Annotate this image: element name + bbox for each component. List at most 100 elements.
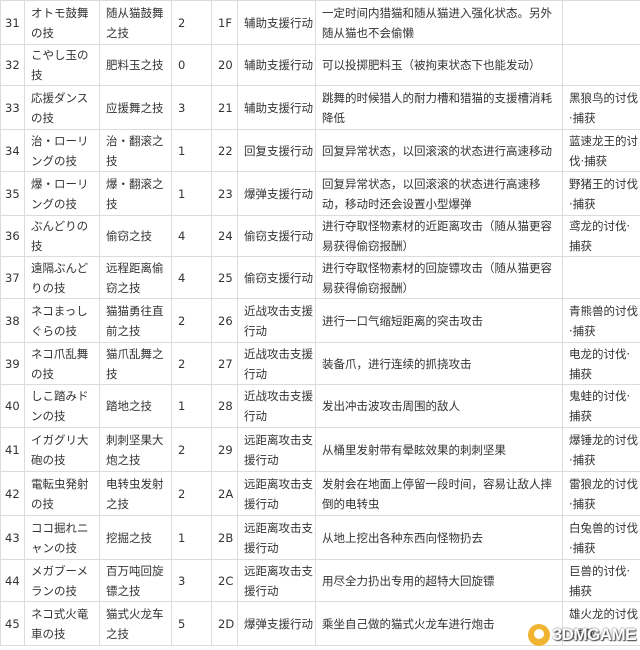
skill-code: 2B [211,515,238,560]
skill-code: 2C [211,559,238,602]
row-number: 33 [0,85,25,130]
skill-description: 从桶里发射带有晕眩效果的刺刺坚果 [315,427,563,472]
skill-cost: 2 [171,427,212,472]
skill-name-jp: ネコ式火竜車の技 [24,601,100,646]
skill-code: 23 [211,171,238,216]
skill-name-jp: イガグリ大砲の技 [24,427,100,472]
unlock-condition: 野猪王的讨伐·捕获 [562,171,640,216]
skill-name-cn: 挖掘之技 [99,515,172,560]
skill-code: 24 [211,215,238,257]
skill-description: 乘坐自己做的猫式火龙车进行炮击 [315,601,563,646]
skill-cost: 0 [171,44,212,86]
table-row: 38 ネコまっしぐらの技 猫猫勇往直前之技 2 26 近战攻击支援行动 进行一口气缩短距离的… [0,298,640,343]
table-row: 32 こやし玉の技 肥料玉之技 0 20 辅助支援行动 可以投掷肥料玉（被拘束状态下也能发动… [0,44,640,86]
row-number: 36 [0,215,25,257]
skill-name-jp: メガブーメランの技 [24,559,100,602]
skill-description: 进行夺取怪物素材的近距离攻击（随从猫更容易获得偷窃报酬） [315,215,563,257]
table-row: 37 遠隔ぶんどりの技 远程距离偷窃之技 4 25 偷窃支援行动 进行夺取怪物素材的回旋镖攻… [0,256,640,299]
skill-code: 28 [211,384,238,428]
table-row: 36 ぶんどりの技 偷窃之技 4 24 偷窃支援行动 进行夺取怪物素材的近距离攻击（随从猫更… [0,215,640,257]
skill-code: 20 [211,44,238,86]
skill-name-jp: ぶんどりの技 [24,215,100,257]
row-number: 32 [0,44,25,86]
skill-name-jp: ネコ爪乱舞の技 [24,342,100,385]
unlock-condition: 雷狼龙的讨伐·捕获 [562,471,640,516]
skill-type: 偷窃支援行动 [237,256,316,299]
unlock-condition: 电龙的讨伐·捕获 [562,342,640,385]
row-number: 37 [0,256,25,299]
skill-type: 爆弹支援行动 [237,601,316,646]
skill-code: 2D [211,601,238,646]
skill-type: 远距离攻击支援行动 [237,515,316,560]
unlock-condition: 青熊兽的讨伐·捕获 [562,298,640,343]
skill-type: 辅助支援行动 [237,0,316,45]
table-row: 34 治・ローリングの技 治・翻滚之技 1 22 回复支援行动 回复异常状态，以回滚滚的状态… [0,129,640,172]
row-number: 38 [0,298,25,343]
unlock-condition [562,0,640,45]
skill-description: 发出冲击波攻击周围的敌人 [315,384,563,428]
skill-type: 近战攻击支援行动 [237,298,316,343]
skill-cost: 2 [171,298,212,343]
unlock-condition [562,256,640,299]
unlock-condition: 黑狼鸟的讨伐·捕获 [562,85,640,130]
skill-code: 25 [211,256,238,299]
skill-name-jp: しこ踏みドンの技 [24,384,100,428]
skill-name-cn: 电转虫发射之技 [99,471,172,516]
skill-type: 回复支援行动 [237,129,316,172]
row-number: 39 [0,342,25,385]
row-number: 44 [0,559,25,602]
watermark-text: 3DMGAME [552,625,637,644]
unlock-condition: 爆锤龙的讨伐·捕获 [562,427,640,472]
skill-type: 偷窃支援行动 [237,215,316,257]
skill-name-cn: 肥料玉之技 [99,44,172,86]
skill-cost: 2 [171,471,212,516]
table-row: 44 メガブーメランの技 百万吨回旋镖之技 3 2C 远距离攻击支援行动 用尽全力扔出专用的… [0,559,640,602]
watermark-logo-icon [527,624,550,646]
unlock-condition: 巨兽的讨伐·捕获 [562,559,640,602]
skill-name-cn: 爆・翻滚之技 [99,171,172,216]
skill-name-cn: 应援舞之技 [99,85,172,130]
skill-cost: 2 [171,0,212,45]
table-row: 40 しこ踏みドンの技 踏地之技 1 28 近战攻击支援行动 发出冲击波攻击周围的敌人 鬼蛙的… [0,384,640,428]
skill-cost: 1 [171,129,212,172]
skill-cost: 3 [171,85,212,130]
skill-type: 近战攻击支援行动 [237,342,316,385]
table-row: 39 ネコ爪乱舞の技 猫爪乱舞之技 2 27 近战攻击支援行动 装备爪，进行连续的抓挠攻击电… [0,342,640,385]
row-number: 42 [0,471,25,516]
skill-name-cn: 远程距离偷窃之技 [99,256,172,299]
skill-description: 装备爪，进行连续的抓挠攻击 [315,342,563,385]
skill-name-cn: 猫爪乱舞之技 [99,342,172,385]
skill-description: 回复异常状态，以回滚滚的状态进行高速移动，移动时还会设置小型爆弹 [315,171,563,216]
skill-name-jp: 治・ローリングの技 [24,129,100,172]
skill-description: 用尽全力扔出专用的超特大回旋镖 [315,559,563,602]
skill-description: 回复异常状态，以回滚滚的状态进行高速移动 [315,129,563,172]
table-row: 41 イガグリ大砲の技 刺刺坚果大炮之技 2 29 远距离攻击支援行动 从桶里发射带有晕眩效… [0,427,640,472]
skill-code: 1F [211,0,238,45]
unlock-condition: 鸢龙的讨伐·捕获 [562,215,640,257]
skill-cost: 2 [171,342,212,385]
skill-type: 远距离攻击支援行动 [237,471,316,516]
skill-name-cn: 踏地之技 [99,384,172,428]
skill-description: 跳舞的时候猎人的耐力槽和猎猫的支援槽消耗降低 [315,85,563,130]
skill-name-jp: ネコまっしぐらの技 [24,298,100,343]
unlock-condition [562,44,640,86]
skill-name-cn: 治・翻滚之技 [99,129,172,172]
skill-name-jp: 爆・ローリングの技 [24,171,100,216]
skill-name-jp: 遠隔ぶんどりの技 [24,256,100,299]
row-number: 43 [0,515,25,560]
skill-name-cn: 随从猫鼓舞之技 [99,0,172,45]
skill-name-cn: 偷窃之技 [99,215,172,257]
unlock-condition: 白兔兽的讨伐·捕获 [562,515,640,560]
table-row: 33 応援ダンスの技 应援舞之技 3 21 辅助支援行动 跳舞的时候猎人的耐力槽和猎猫的支援… [0,85,640,130]
skill-cost: 3 [171,559,212,602]
skill-description: 进行夺取怪物素材的回旋镖攻击（随从猫更容易获得偷窃报酬） [315,256,563,299]
skill-cost: 1 [171,384,212,428]
row-number: 34 [0,129,25,172]
skill-name-cn: 百万吨回旋镖之技 [99,559,172,602]
skill-description: 从地上挖出各种东西向怪物扔去 [315,515,563,560]
table-row: 43 ココ掘れニャンの技 挖掘之技 1 2B 远距离攻击支援行动 从地上挖出各种东西向怪物扔… [0,515,640,560]
skill-code: 29 [211,427,238,472]
skill-type: 爆弹支援行动 [237,171,316,216]
skill-type: 近战攻击支援行动 [237,384,316,428]
unlock-condition: 蓝速龙王的讨伐·捕获 [562,129,640,172]
